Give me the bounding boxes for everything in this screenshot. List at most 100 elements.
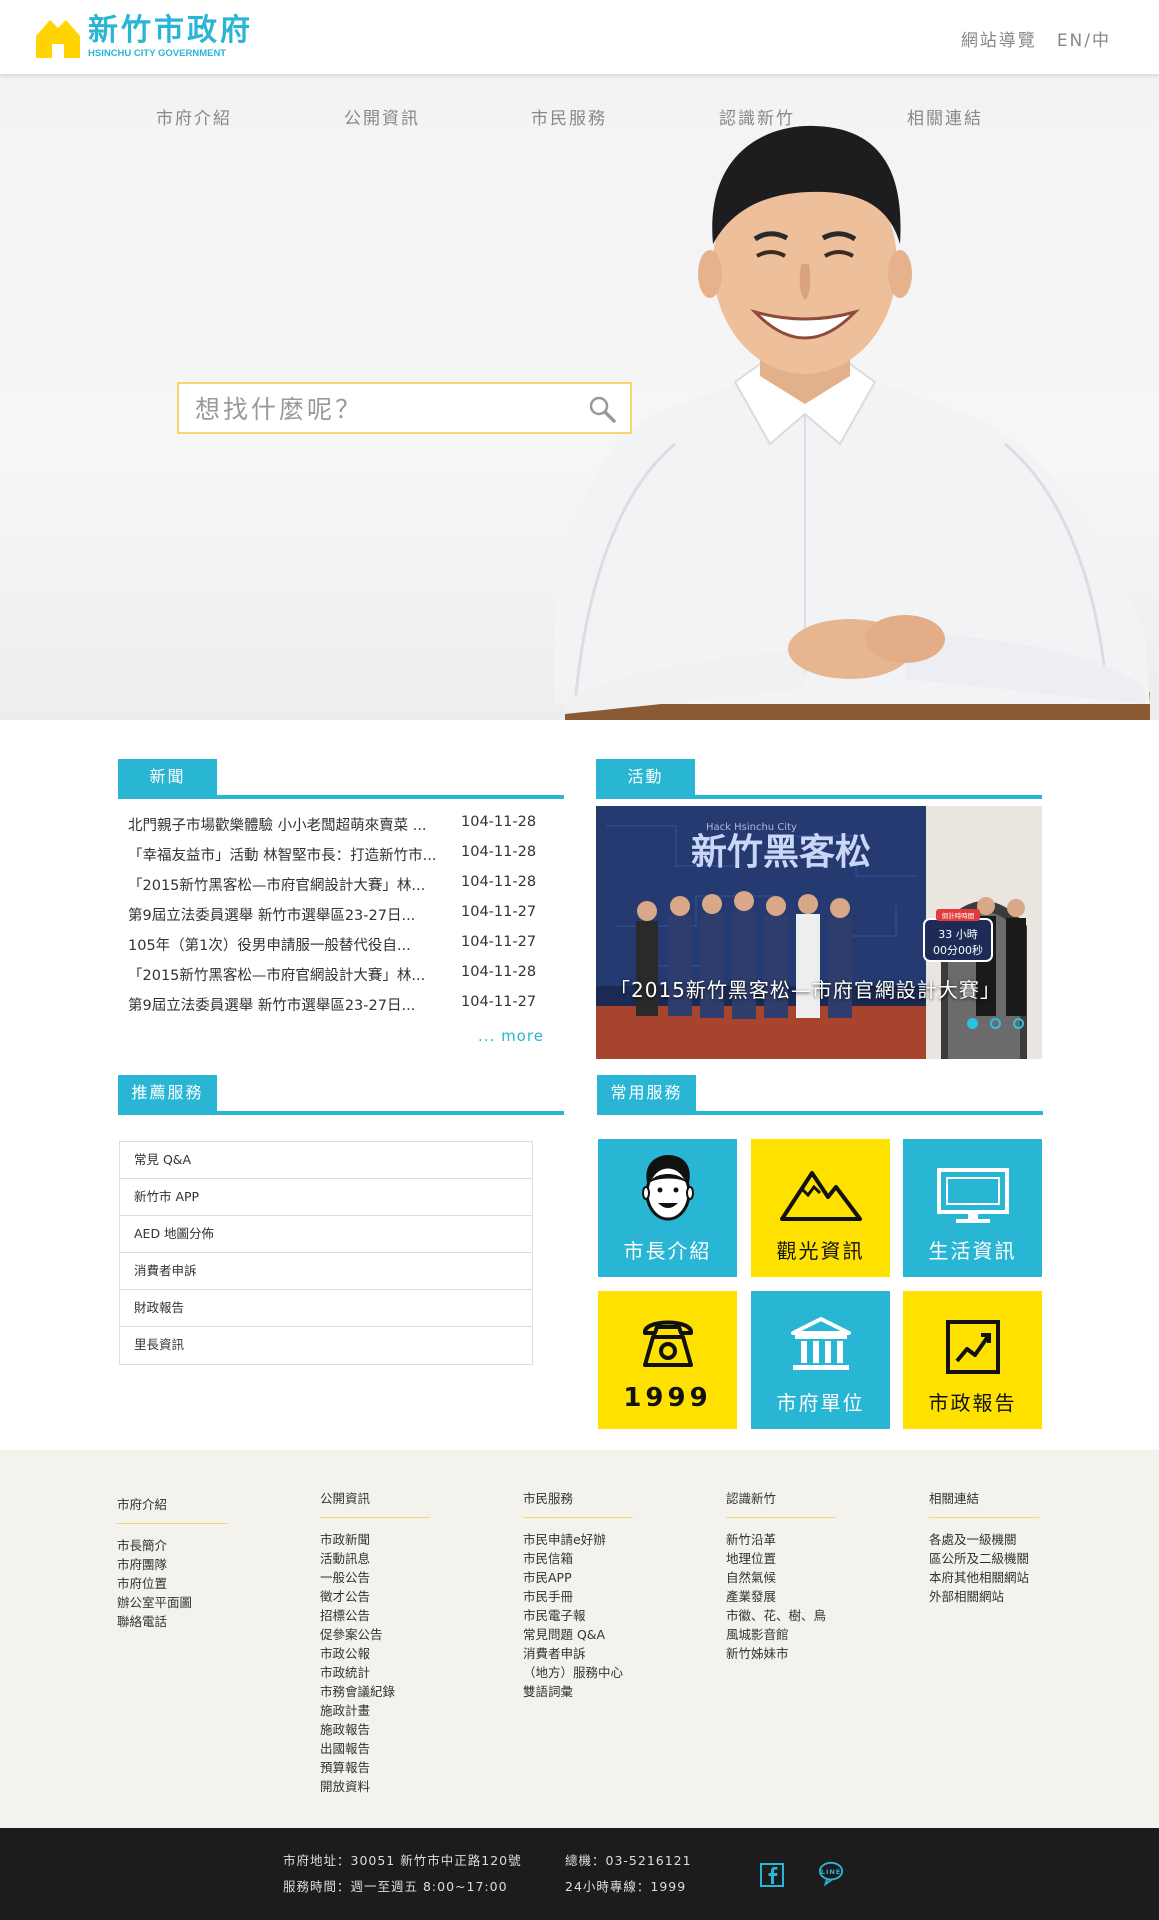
footer-link[interactable]: 本府其他相關網站 [929,1568,1089,1587]
footer-link[interactable]: 新竹姊妹市 [726,1644,886,1663]
timer-badge-text: 倒計時時間 [942,911,975,920]
monitor-icon [936,1168,1009,1223]
recommended-tab: 推薦服務 [118,1075,217,1111]
footer-link[interactable]: 新竹沿革 [726,1530,886,1549]
nav-item-citizen-services[interactable]: 市民服務 [531,104,607,129]
footer-link[interactable]: 市政新聞 [320,1530,480,1549]
news-list: 北門親子市場歡樂體驗 小小老闆超萌來賣菜 ... 104-11-28 「幸福友益市… [118,808,564,1018]
carousel-dot-3[interactable] [1013,1018,1024,1029]
tile-1999-hotline[interactable]: 1999 [598,1291,737,1429]
recommended-list: 常見 Q&A 新竹市 APP AED 地圖分佈 消費者申訴 財政報告 里長資訊 [119,1141,533,1365]
news-row[interactable]: 「2015新竹黑客松—市府官網設計大賽」林... 104-11-28 [118,958,564,988]
footer-column-title: 認識新竹 [726,1488,836,1518]
activity-carousel[interactable]: 新竹黑客松 Hack Hsinchu City 倒計時時間 33 小時 00分0… [596,806,1042,1059]
tile-label: 市長介紹 [623,1239,712,1263]
search-icon[interactable] [588,395,616,423]
footer-link[interactable]: 市民電子報 [523,1606,683,1625]
footer-column-title: 相關連結 [929,1488,1039,1518]
footer-link[interactable]: 消費者申訴 [523,1644,683,1663]
tile-tourism-info[interactable]: 觀光資訊 [751,1139,890,1277]
facebook-icon[interactable] [759,1862,785,1888]
sitemap-link[interactable]: 網站導覽 [961,26,1037,51]
footer-link[interactable]: 出國報告 [320,1739,480,1758]
tile-city-report[interactable]: 市政報告 [903,1291,1042,1429]
footer-link[interactable]: 常見問題 Q&A [523,1625,683,1644]
footer-link[interactable]: 徵才公告 [320,1587,480,1606]
search-input[interactable] [195,392,575,426]
footer-link[interactable]: 雙語詞彙 [523,1682,683,1701]
nav-item-city-government[interactable]: 市府介紹 [156,104,232,129]
logo-subtitle: HSINCHU CITY GOVERNMENT [88,48,227,59]
footer-link[interactable]: 區公所及二級機關 [929,1549,1089,1568]
recommended-item[interactable]: 新竹市 APP [120,1179,532,1216]
site-footer: 市府介紹 市長簡介 市府團隊 市府位置 辦公室平面圖 聯絡電話 公開資訊 市政新… [0,1450,1159,1828]
footer-link[interactable]: （地方）服務中心 [523,1663,683,1682]
language-switch[interactable]: EN/中 [1057,26,1111,51]
footer-link[interactable]: 風城影音館 [726,1625,886,1644]
timer-hours-text: 33 小時 [938,928,978,941]
tile-mayor-intro[interactable]: 市長介紹 [598,1139,737,1277]
footer-link[interactable]: 市政公報 [320,1644,480,1663]
footer-link[interactable]: 外部相關網站 [929,1587,1089,1606]
footer-link[interactable]: 招標公告 [320,1606,480,1625]
footer-link[interactable]: 市務會議紀錄 [320,1682,480,1701]
recommended-item[interactable]: 消費者申訴 [120,1253,532,1290]
footer-link[interactable]: 市民申請e好辦 [523,1530,683,1549]
footer-link[interactable]: 市民手冊 [523,1587,683,1606]
footer-link[interactable]: 活動訊息 [320,1549,480,1568]
common-section-header: 常用服務 [597,1075,1043,1115]
line-icon[interactable]: LINE [818,1860,844,1886]
news-row[interactable]: 105年（第1次）役男申請服一般替代役自... 104-11-27 [118,928,564,958]
banner-subtitle-text: Hack Hsinchu City [706,822,797,833]
footer-column-title: 市府介紹 [117,1494,227,1524]
footer-link[interactable]: 各處及一級機關 [929,1530,1089,1549]
news-row[interactable]: 「幸福友益市」活動 林智堅市長：打造新竹市... 104-11-28 [118,838,564,868]
footer-link[interactable]: 自然氣候 [726,1568,886,1587]
footer-link[interactable]: 市民信箱 [523,1549,683,1568]
footer-link[interactable]: 市長簡介 [117,1536,277,1555]
news-title: 105年（第1次）役男申請服一般替代役自... [128,938,411,954]
tile-life-info[interactable]: 生活資訊 [903,1139,1042,1277]
news-title: 第9屆立法委員選舉 新竹市選舉區23-27日... [128,908,416,924]
news-row[interactable]: 「2015新竹黑客松—市府官網設計大賽」林... 104-11-28 [118,868,564,898]
activity-tab: 活動 [596,759,695,795]
recommended-item[interactable]: 里長資訊 [120,1327,532,1364]
news-section-header: 新聞 [118,759,564,799]
footer-link[interactable]: 促參案公告 [320,1625,480,1644]
footer-link[interactable]: 施政報告 [320,1720,480,1739]
news-date: 104-11-28 [461,844,537,860]
footer-link[interactable]: 市府團隊 [117,1555,277,1574]
carousel-dot-2[interactable] [990,1018,1001,1029]
footer-link[interactable]: 一般公告 [320,1568,480,1587]
site-logo[interactable]: 新竹市政府 HSINCHU CITY GOVERNMENT [34,14,254,60]
news-title: 第9屆立法委員選舉 新竹市選舉區23-27日... [128,998,416,1014]
news-title: 「2015新竹黑客松—市府官網設計大賽」林... [128,878,426,894]
nav-item-about-hsinchu[interactable]: 認識新竹 [719,104,795,129]
recommended-item[interactable]: 財政報告 [120,1290,532,1327]
footer-link[interactable]: 地理位置 [726,1549,886,1568]
footer-link[interactable]: 辦公室平面圖 [117,1593,277,1612]
search-box [177,382,632,434]
footer-link[interactable]: 市政統計 [320,1663,480,1682]
recommended-item[interactable]: 常見 Q&A [120,1142,532,1179]
footer-link[interactable]: 市民APP [523,1568,683,1587]
footer-link[interactable]: 市徽、花、樹、鳥 [726,1606,886,1625]
footer-link[interactable]: 聯絡電話 [117,1612,277,1631]
news-more-link[interactable]: ... more [478,1027,544,1045]
news-row[interactable]: 北門親子市場歡樂體驗 小小老闆超萌來賣菜 ... 104-11-28 [118,808,564,838]
svg-text:LINE: LINE [821,1868,841,1876]
tile-label: 1999 [623,1383,712,1413]
tile-government-units[interactable]: 市府單位 [751,1291,890,1429]
nav-item-public-info[interactable]: 公開資訊 [344,104,420,129]
nav-item-related-links[interactable]: 相關連結 [907,104,983,129]
footer-link[interactable]: 產業發展 [726,1587,886,1606]
footer-link[interactable]: 預算報告 [320,1758,480,1777]
carousel-dot-1[interactable] [967,1018,978,1029]
news-row[interactable]: 第9屆立法委員選舉 新竹市選舉區23-27日... 104-11-27 [118,988,564,1018]
footer-link[interactable]: 開放資料 [320,1777,480,1796]
footer-link[interactable]: 市府位置 [117,1574,277,1593]
news-row[interactable]: 第9屆立法委員選舉 新竹市選舉區23-27日... 104-11-27 [118,898,564,928]
footer-link[interactable]: 施政計畫 [320,1701,480,1720]
footer-column-public-info: 公開資訊 市政新聞 活動訊息 一般公告 徵才公告 招標公告 促參案公告 市政公報… [320,1488,480,1796]
recommended-item[interactable]: AED 地圖分佈 [120,1216,532,1253]
